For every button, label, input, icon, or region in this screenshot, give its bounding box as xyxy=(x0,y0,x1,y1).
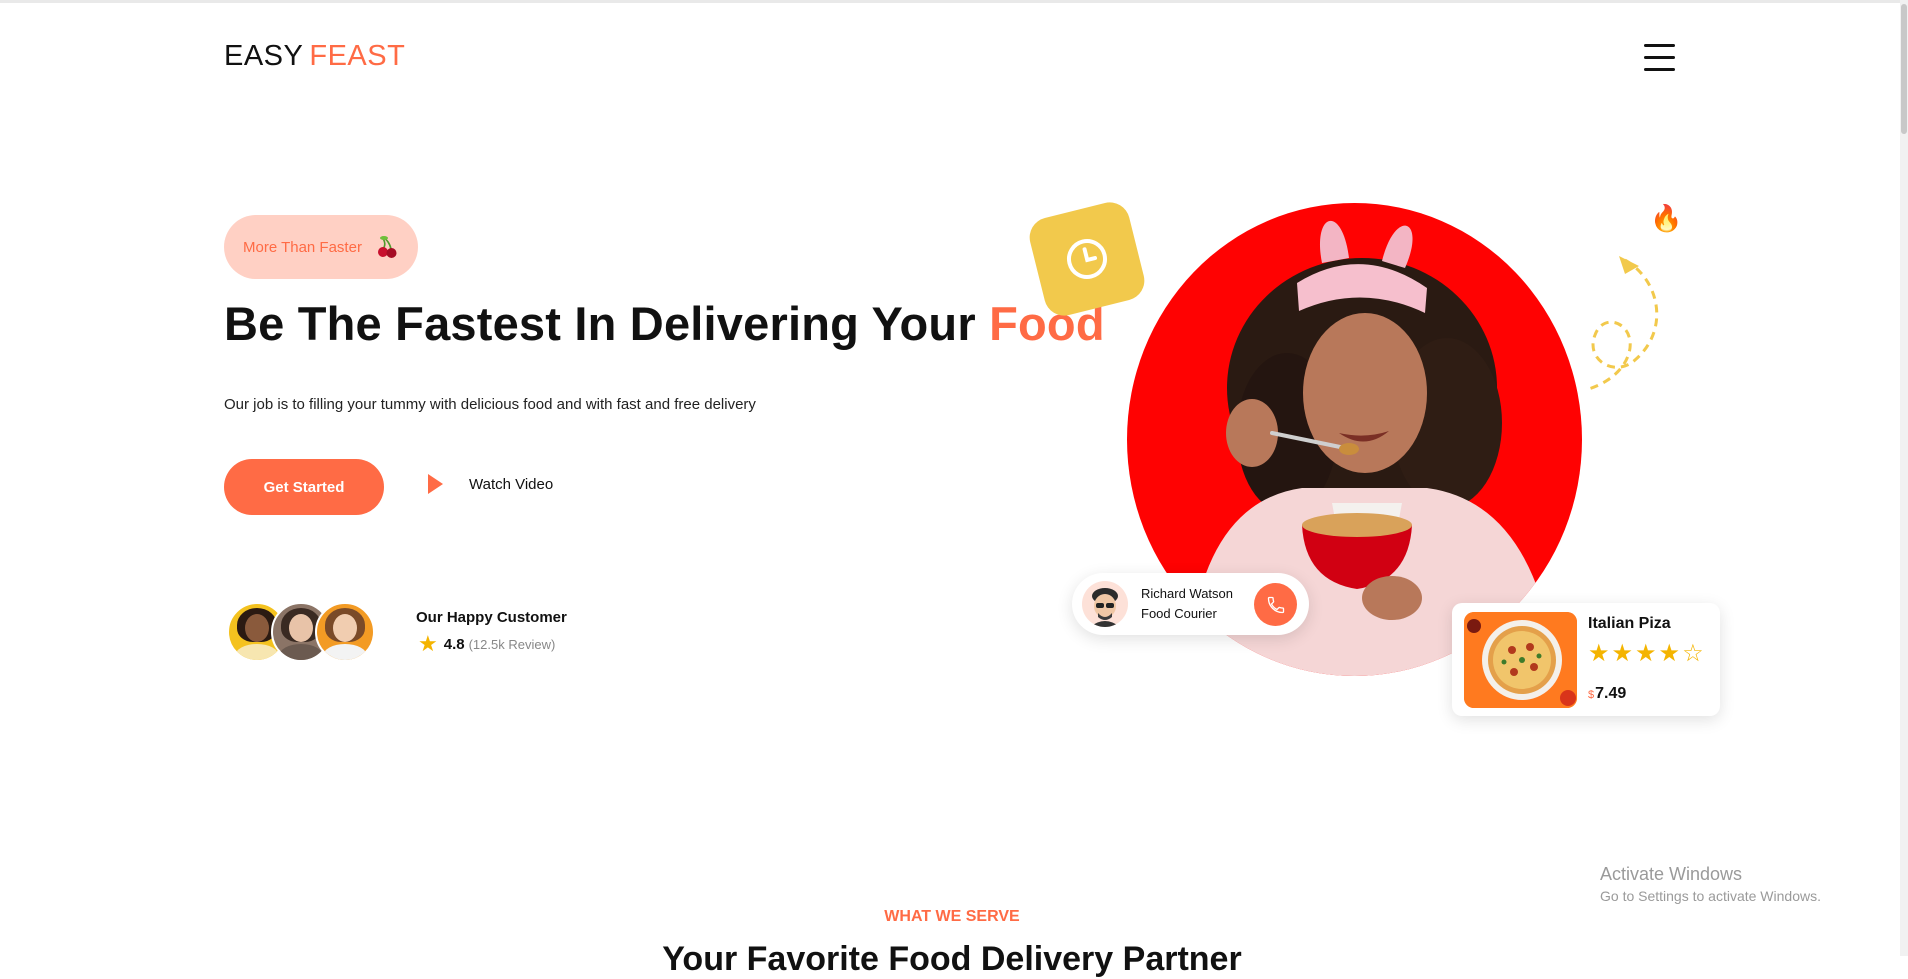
hero-badge-text: More Than Faster xyxy=(243,238,362,256)
fire-icon: 🔥 xyxy=(1650,203,1683,233)
star-icon: ★ xyxy=(418,631,438,656)
scrollbar-thumb[interactable] xyxy=(1901,4,1907,134)
logo-accent-text: FEAST xyxy=(309,40,406,72)
happy-customer-title: Our Happy Customer xyxy=(416,609,567,626)
hamburger-menu-icon[interactable] xyxy=(1644,44,1675,71)
product-card[interactable]: Italian Piza ★★★★☆ $7.49 xyxy=(1452,603,1720,716)
watch-video-label: Watch Video xyxy=(469,475,554,493)
product-price: $7.49 xyxy=(1588,685,1626,703)
hero-subtext: Our job is to filling your tummy with de… xyxy=(224,396,756,413)
get-started-button[interactable]: Get Started xyxy=(224,459,384,515)
price-value: 7.49 xyxy=(1595,685,1627,702)
cherry-icon xyxy=(378,236,397,258)
dashed-arrow-decoration xyxy=(1584,256,1659,392)
filled-stars: ★★★★ xyxy=(1588,640,1683,667)
activate-windows-title: Activate Windows xyxy=(1600,864,1743,884)
call-button[interactable] xyxy=(1254,583,1297,626)
price-currency: $ xyxy=(1588,689,1595,701)
play-icon xyxy=(428,474,443,494)
customer-rating: ★ 4.8 (12.5k Review) xyxy=(418,633,555,655)
watch-video-button[interactable]: Watch Video xyxy=(428,474,553,494)
page-scrollbar[interactable] xyxy=(1900,0,1908,956)
courier-avatar xyxy=(1082,581,1128,627)
hero-headline-main: Be The Fastest In Delivering Your xyxy=(224,297,976,350)
activate-windows-subtitle: Go to Settings to activate Windows. xyxy=(1600,888,1821,904)
hero-headline: Be The Fastest In Delivering Your Food xyxy=(224,296,1105,351)
phone-icon xyxy=(1267,596,1284,613)
top-border xyxy=(0,0,1908,3)
courier-role: Food Courier xyxy=(1141,606,1217,621)
customer-avatar xyxy=(315,602,375,662)
section-label: WHAT WE SERVE xyxy=(884,908,1020,925)
courier-name: Richard Watson xyxy=(1141,586,1233,601)
product-name: Italian Piza xyxy=(1588,615,1671,632)
brand-logo[interactable]: EASY FEAST xyxy=(224,40,405,73)
customer-avatars xyxy=(227,602,375,662)
product-rating-stars: ★★★★☆ xyxy=(1588,639,1706,668)
clock-icon xyxy=(1067,239,1107,279)
section-title: Your Favorite Food Delivery Partner xyxy=(662,940,1242,978)
logo-primary-text: EASY xyxy=(224,40,304,72)
review-count: (12.5k Review) xyxy=(468,636,556,652)
pizza-image xyxy=(1464,612,1577,708)
empty-star-icon: ☆ xyxy=(1682,640,1706,667)
hero-badge: More Than Faster xyxy=(224,215,418,279)
rating-value: 4.8 xyxy=(443,635,465,653)
courier-card: Richard Watson Food Courier xyxy=(1072,573,1309,635)
